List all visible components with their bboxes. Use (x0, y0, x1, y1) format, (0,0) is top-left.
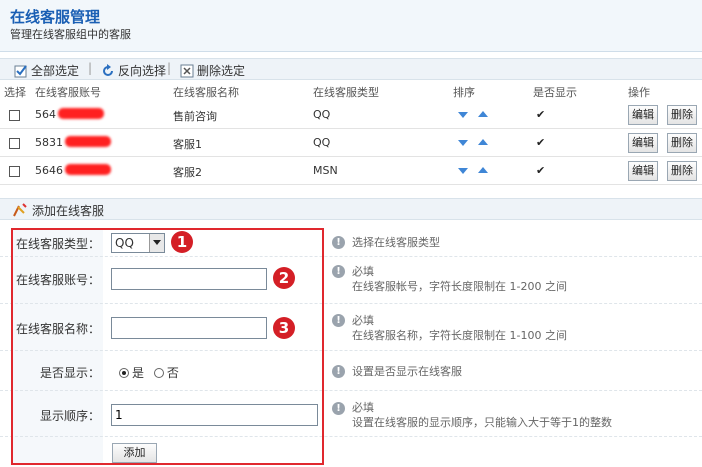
edit-button[interactable]: 编辑 (628, 133, 658, 153)
table-row: 5831 客服1 QQ ✔ 编辑 删除 (0, 129, 702, 157)
invert-selection-label: 反向选择 (118, 64, 167, 78)
page-header: 在线客服管理 管理在线客服组中的客服 (0, 0, 702, 52)
row-checkbox[interactable] (9, 138, 20, 149)
order-hint: 必填 设置在线客服的显示顺序，只能输入大于等于1的整数 (352, 400, 612, 430)
column-header: 操作 (628, 86, 650, 99)
redacted-mark (58, 108, 104, 119)
delete-button[interactable]: 删除 (667, 161, 697, 181)
redacted-mark (65, 164, 111, 175)
move-up-icon[interactable] (478, 111, 488, 117)
page-subtitle: 管理在线客服组中的客服 (10, 28, 131, 41)
invert-selection-button[interactable]: 反向选择 (101, 62, 166, 79)
row-checkbox[interactable] (9, 110, 20, 121)
redacted-mark (65, 136, 111, 147)
account-cell: 564 (35, 108, 104, 121)
name-cell: 客服1 (173, 138, 202, 151)
move-up-icon[interactable] (478, 167, 488, 173)
edit-button[interactable]: 编辑 (628, 161, 658, 181)
move-down-icon[interactable] (458, 168, 468, 174)
row-checkbox[interactable] (9, 166, 20, 177)
name-cell: 售前咨询 (173, 110, 217, 123)
account-hint: 必填 在线客服帐号，字符长度限制在 1-200 之间 (352, 264, 567, 294)
name-cell: 客服2 (173, 166, 202, 179)
account-cell: 5831 (35, 136, 111, 149)
account-cell: 5646 (35, 164, 111, 177)
delete-button[interactable]: 删除 (667, 133, 697, 153)
name-hint-required: 必填 (352, 314, 374, 327)
account-hint-required: 必填 (352, 265, 374, 278)
column-header: 选择 (4, 86, 26, 99)
table-header: 选择 在线客服账号 在线客服名称 在线客服类型 排序 是否显示 操作 (0, 82, 702, 100)
shown-check-icon: ✔ (536, 136, 546, 149)
toolbar-divider: | (167, 61, 172, 75)
column-header: 在线客服类型 (313, 86, 379, 99)
toolbar-divider: | (88, 61, 93, 75)
order-hint-detail: 设置在线客服的显示顺序，只能输入大于等于1的整数 (352, 416, 612, 429)
add-section-header: 添加在线客服 (0, 198, 702, 220)
delete-icon (180, 64, 194, 77)
info-icon: ! (332, 236, 345, 249)
highlight-box (11, 228, 324, 465)
info-icon: ! (332, 314, 345, 327)
name-hint: 必填 在线客服名称，字符长度限制在 1-100 之间 (352, 313, 567, 343)
info-icon: ! (332, 365, 345, 378)
move-down-icon[interactable] (458, 112, 468, 118)
type-cell: QQ (313, 108, 331, 121)
add-section-title: 添加在线客服 (32, 204, 105, 218)
move-down-icon[interactable] (458, 140, 468, 146)
select-all-label: 全部选定 (31, 64, 80, 78)
shown-check-icon: ✔ (536, 108, 546, 121)
info-icon: ! (332, 402, 345, 415)
column-header: 排序 (453, 86, 475, 99)
shown-check-icon: ✔ (536, 164, 546, 177)
move-up-icon[interactable] (478, 139, 488, 145)
type-hint: 选择在线客服类型 (352, 236, 440, 249)
name-hint-detail: 在线客服名称，字符长度限制在 1-100 之间 (352, 329, 567, 342)
column-header: 在线客服账号 (35, 86, 101, 99)
delete-button[interactable]: 删除 (667, 105, 697, 125)
add-user-icon (13, 203, 27, 217)
table-row: 564 售前咨询 QQ ✔ 编辑 删除 (0, 101, 702, 129)
table-row: 5646 客服2 MSN ✔ 编辑 删除 (0, 157, 702, 185)
column-header: 在线客服名称 (173, 86, 239, 99)
delete-selected-label: 删除选定 (197, 64, 246, 78)
page-title: 在线客服管理 (10, 8, 101, 26)
show-hint: 设置是否显示在线客服 (352, 365, 462, 378)
checklist-icon (14, 64, 27, 77)
list-toolbar: 全部选定 | 反向选择 | 删除选定 (0, 58, 702, 80)
refresh-icon (103, 63, 113, 76)
edit-button[interactable]: 编辑 (628, 105, 658, 125)
select-all-button[interactable]: 全部选定 (14, 62, 79, 79)
order-hint-required: 必填 (352, 401, 374, 414)
type-cell: MSN (313, 164, 338, 177)
type-cell: QQ (313, 136, 331, 149)
info-icon: ! (332, 265, 345, 278)
column-header: 是否显示 (533, 86, 577, 99)
delete-selected-button[interactable]: 删除选定 (180, 62, 245, 79)
account-hint-detail: 在线客服帐号，字符长度限制在 1-200 之间 (352, 280, 567, 293)
